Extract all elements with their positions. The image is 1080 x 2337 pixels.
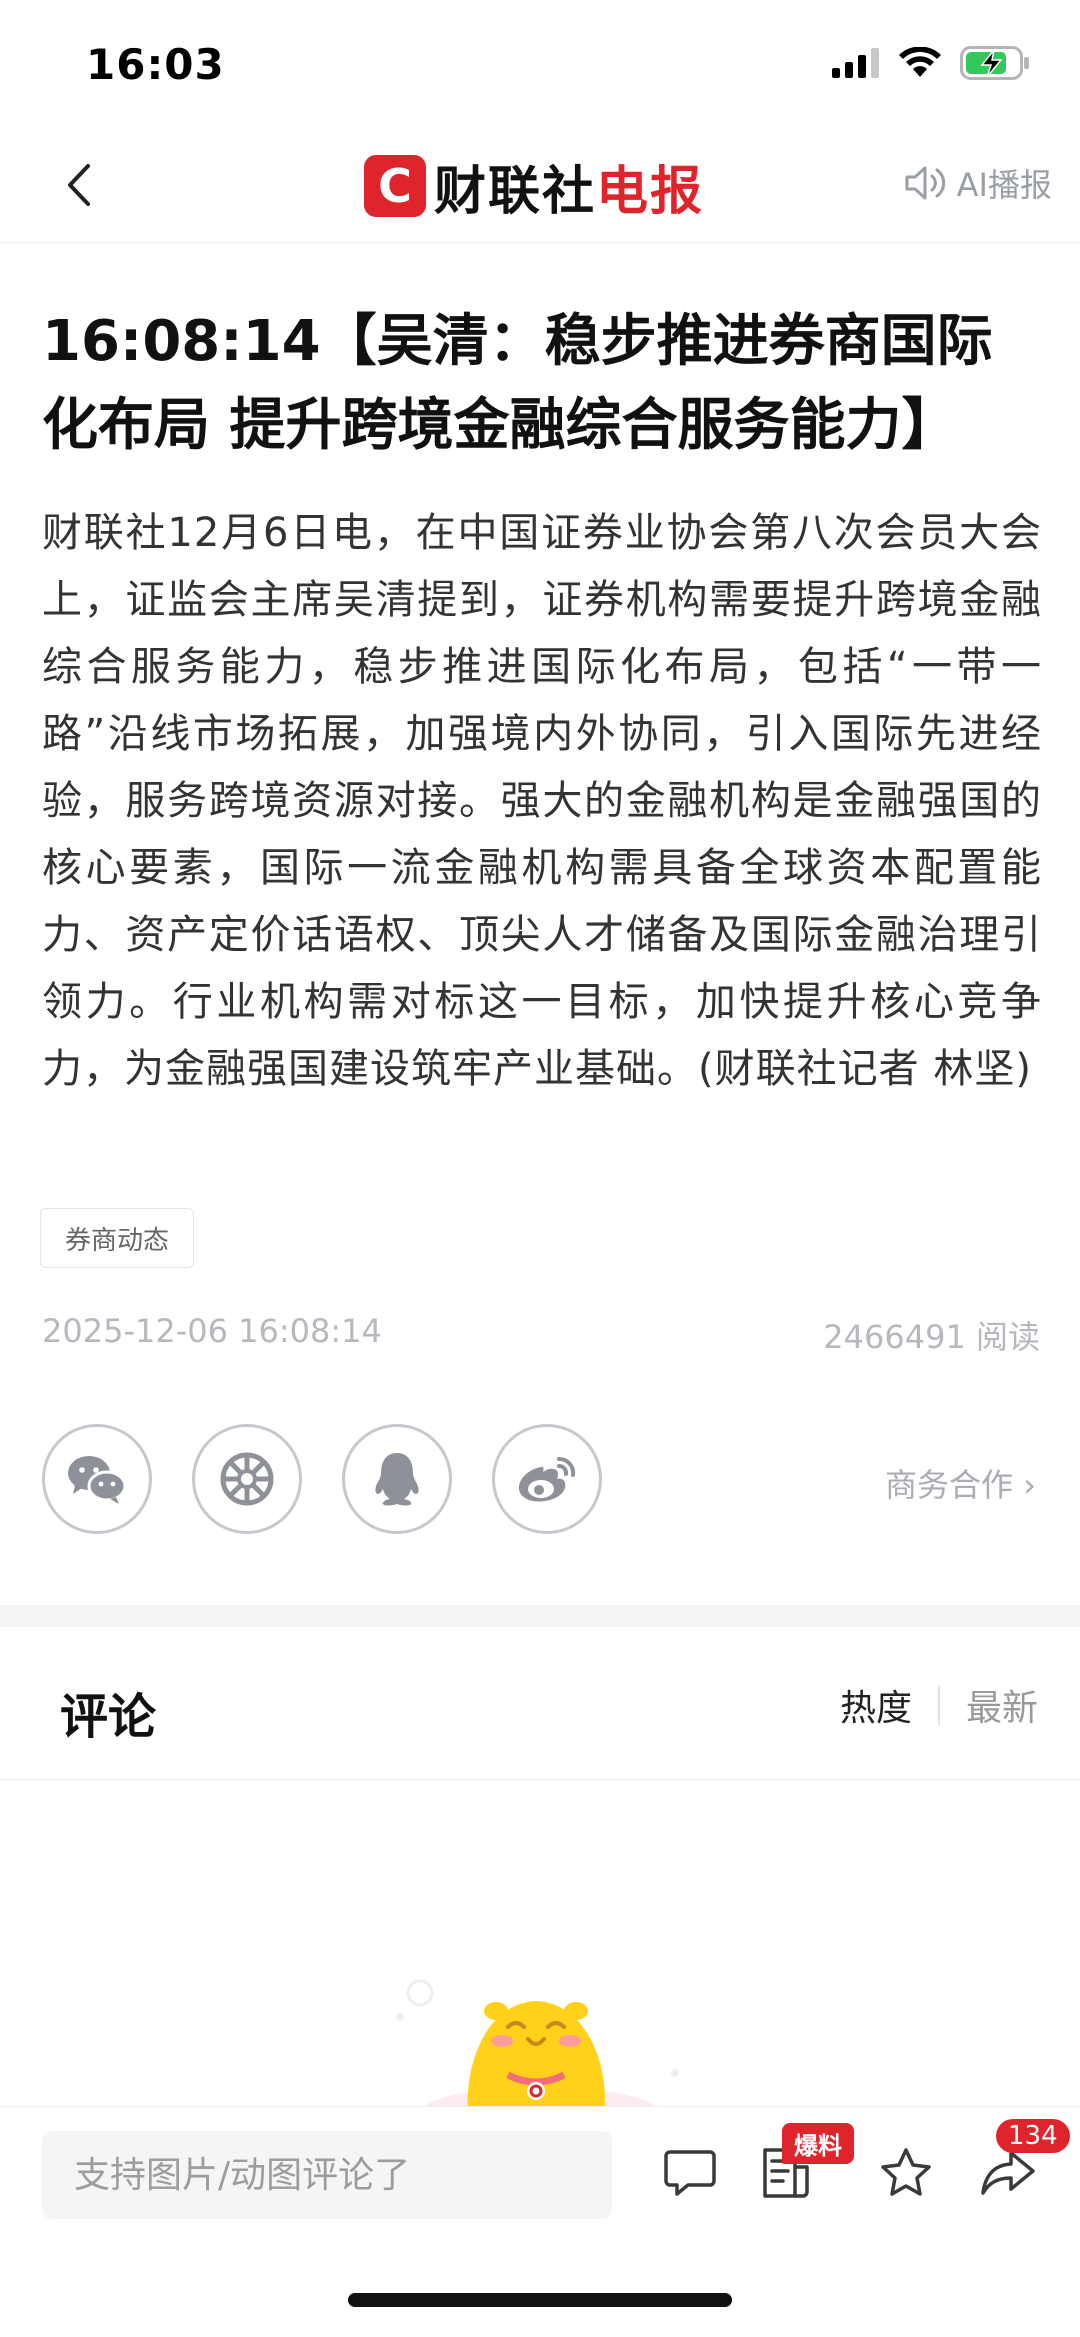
speaker-icon (905, 166, 945, 200)
brand-logo: C 财联社电报 (364, 150, 704, 222)
status-icons (832, 46, 1030, 80)
share-arrow-icon (981, 2151, 1035, 2195)
sort-hot-tab[interactable]: 热度 (840, 1679, 912, 1731)
article-date: 2025-12-06 16:08:14 (42, 1312, 382, 1350)
article-headline: 16:08:14【吴清：稳步推进券商国际化布局 提升跨境金融综合服务能力】 (42, 309, 993, 458)
back-button[interactable] (44, 150, 114, 220)
brand-logo-mark: C (364, 155, 426, 217)
share-wechat-button[interactable] (42, 1424, 152, 1534)
moments-icon (220, 1452, 274, 1506)
brand-name-black: 财联社 (434, 161, 597, 222)
status-time: 16:03 (86, 40, 225, 89)
qq-icon (375, 1453, 419, 1506)
page: 16:03 C 财联社电报 AI播报 16:08:14【吴清：稳步推进券商国际化… (0, 0, 1080, 2337)
article-body: 财联社12月6日电，在中国证券业协会第八次会员大会上，证监会主席吴清提到，证券机… (42, 510, 1042, 1092)
comment-input[interactable] (42, 2131, 612, 2219)
ai-play-label: AI播报 (956, 166, 1052, 204)
mascot-illustration (396, 1979, 679, 2115)
sort-separator (937, 1685, 940, 1725)
comments-header: 评论 热度 最新 (0, 1627, 1080, 1780)
section-divider (0, 1605, 1080, 1627)
nav-bar: C 财联社电报 AI播报 (0, 130, 1080, 243)
home-indicator (348, 2293, 732, 2307)
brand-logo-letter: C (378, 159, 412, 213)
comment-bubble-icon (664, 2150, 716, 2196)
status-bar: 16:03 (0, 0, 1080, 130)
wechat-icon (68, 1456, 127, 1504)
article-read-count: 2466491 阅读 (823, 1318, 1040, 1356)
article-tag[interactable]: 券商动态 (40, 1208, 195, 1268)
battery-charging-icon (960, 46, 1029, 80)
tip-off-badge: 爆料 (782, 2123, 854, 2164)
ai-play-button[interactable]: AI播报 (903, 160, 1052, 206)
share-row (42, 1424, 602, 1534)
share-moments-button[interactable] (192, 1424, 302, 1534)
wifi-icon (899, 47, 941, 77)
weibo-icon (518, 1456, 576, 1502)
star-icon (881, 2148, 931, 2196)
comments-title: 评论 (60, 1689, 157, 1745)
share-weibo-button[interactable] (492, 1424, 602, 1534)
brand-name-red: 电报 (596, 161, 705, 222)
business-cooperation-link[interactable]: 商务合作 › (885, 1460, 1036, 1506)
cellular-signal-icon (832, 48, 879, 78)
favorite-button[interactable] (876, 2143, 936, 2203)
share-qq-button[interactable] (342, 1424, 452, 1534)
chevron-left-icon (68, 164, 90, 206)
comments-sort: 热度 最新 (840, 1679, 1038, 1731)
share-count-badge: 134 (996, 2119, 1070, 2153)
brand-name: 财联社电报 (434, 149, 704, 224)
sort-new-tab[interactable]: 最新 (966, 1679, 1038, 1731)
comment-button[interactable] (660, 2143, 720, 2203)
